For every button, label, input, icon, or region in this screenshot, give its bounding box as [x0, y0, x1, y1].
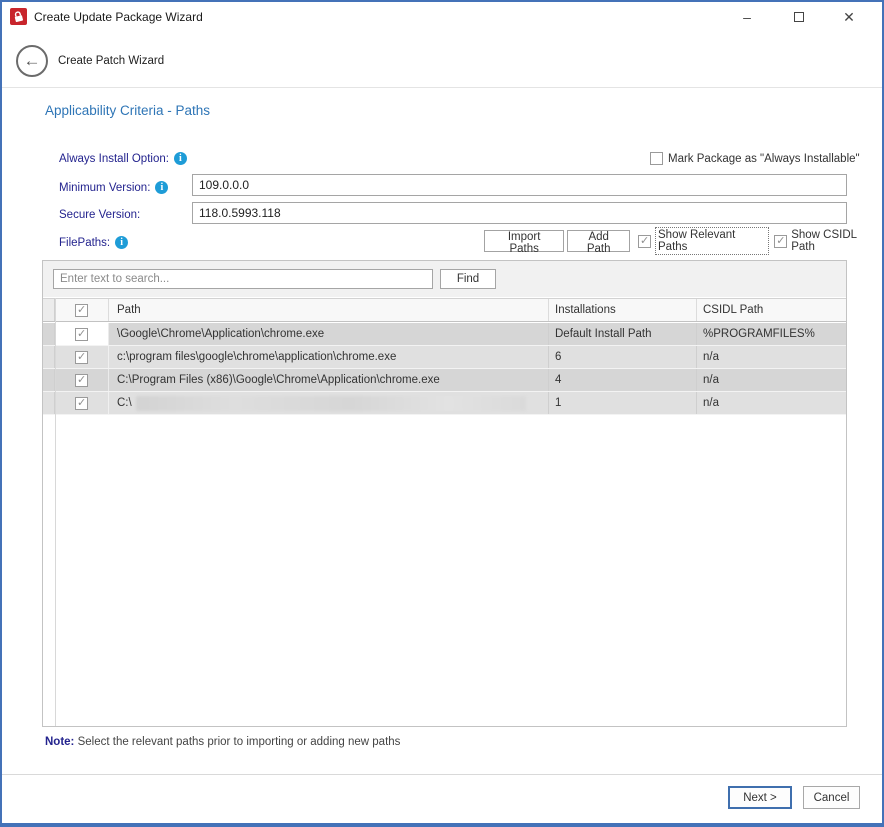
grid-search-bar: Find [43, 261, 846, 297]
csidl-cell[interactable]: n/a [696, 369, 846, 391]
filepaths-label: FilePaths: i [59, 236, 128, 249]
back-button[interactable]: ← [16, 45, 48, 77]
csidl-cell[interactable]: %PROGRAMFILES% [696, 323, 846, 345]
note-prefix: Note: [45, 736, 74, 748]
grid-header-row: Path Installations CSIDL Path [43, 298, 846, 322]
import-paths-button[interactable]: Import Paths [484, 230, 564, 252]
info-icon[interactable]: i [174, 152, 187, 165]
always-installable-label: Mark Package as "Always Installable" [668, 153, 860, 165]
row-checkbox[interactable] [75, 328, 88, 341]
next-button[interactable]: Next > [728, 786, 792, 809]
select-all-cell [55, 299, 108, 321]
path-cell[interactable]: C:\ [108, 392, 548, 414]
column-header-installations[interactable]: Installations [548, 299, 696, 321]
search-input[interactable] [53, 269, 433, 289]
minimum-version-field[interactable] [192, 174, 847, 196]
wizard-header: ← Create Patch Wizard [2, 32, 882, 88]
table-row[interactable]: c:\program files\google\chrome\applicati… [43, 346, 846, 369]
always-installable-checkbox[interactable] [650, 152, 663, 165]
row-indicator [43, 392, 55, 414]
row-check-cell [55, 392, 108, 414]
column-header-path[interactable]: Path [108, 299, 548, 321]
title-bar: Create Update Package Wizard – ✕ [2, 2, 882, 32]
row-indicator [43, 323, 55, 345]
page-title: Applicability Criteria - Paths [45, 103, 210, 118]
back-arrow-icon: ← [24, 51, 41, 71]
maximize-icon [794, 12, 804, 22]
close-button[interactable]: ✕ [832, 2, 866, 32]
show-csidl-path-checkbox[interactable] [774, 235, 787, 248]
row-indicator [43, 369, 55, 391]
show-relevant-paths-group: Show Relevant Paths [638, 227, 769, 255]
show-csidl-path-group: Show CSIDL Path [774, 229, 882, 253]
row-checkbox[interactable] [75, 397, 88, 410]
path-cell[interactable]: C:\Program Files (x86)\Google\Chrome\App… [108, 369, 548, 391]
installations-cell[interactable]: 6 [548, 346, 696, 368]
path-cell[interactable]: \Google\Chrome\Application\chrome.exe [108, 323, 548, 345]
installations-cell[interactable]: 4 [548, 369, 696, 391]
table-row[interactable]: \Google\Chrome\Application\chrome.exe De… [43, 323, 846, 346]
always-install-label: Always Install Option: i [59, 152, 187, 165]
row-checkbox[interactable] [75, 351, 88, 364]
installations-cell[interactable]: 1 [548, 392, 696, 414]
add-path-button[interactable]: Add Path [567, 230, 630, 252]
row-check-cell [55, 346, 108, 368]
filepaths-grid: Find Path Installations CSIDL Path \Goog… [42, 260, 847, 727]
csidl-cell[interactable]: n/a [696, 392, 846, 414]
show-csidl-path-label: Show CSIDL Path [791, 229, 882, 253]
window-title: Create Update Package Wizard [34, 10, 203, 24]
indicator-column-line [55, 298, 56, 726]
column-header-csidl[interactable]: CSIDL Path [696, 299, 846, 321]
secure-version-label: Secure Version: [59, 209, 140, 221]
table-row[interactable]: C:\Program Files (x86)\Google\Chrome\App… [43, 369, 846, 392]
minimum-version-label: Minimum Version: i [59, 181, 168, 194]
select-all-checkbox[interactable] [75, 304, 88, 317]
table-row[interactable]: C:\ 1 n/a [43, 392, 846, 415]
footer-divider [2, 774, 882, 775]
csidl-cell[interactable]: n/a [696, 346, 846, 368]
minimize-button[interactable]: – [730, 2, 764, 32]
paths-toolbar: Import Paths Add Path Show Relevant Path… [484, 230, 882, 252]
redacted-path-blur [136, 396, 526, 411]
row-check-cell [55, 323, 108, 345]
always-installable-group: Mark Package as "Always Installable" [650, 152, 860, 165]
show-relevant-paths-label: Show Relevant Paths [655, 227, 769, 255]
app-lock-icon [10, 8, 27, 25]
row-check-cell [55, 369, 108, 391]
minimize-icon: – [743, 9, 751, 25]
wizard-name-label: Create Patch Wizard [58, 55, 164, 67]
maximize-button[interactable] [782, 2, 816, 32]
installations-cell[interactable]: Default Install Path [548, 323, 696, 345]
info-icon[interactable]: i [155, 181, 168, 194]
wizard-window: Create Update Package Wizard – ✕ ← Creat… [0, 0, 884, 827]
show-relevant-paths-checkbox[interactable] [638, 235, 651, 248]
row-indicator-header [43, 299, 55, 321]
secure-version-field[interactable] [192, 202, 847, 224]
note-text: Note: Select the relevant paths prior to… [45, 736, 400, 748]
info-icon[interactable]: i [115, 236, 128, 249]
cancel-button[interactable]: Cancel [803, 786, 860, 809]
grid-body: \Google\Chrome\Application\chrome.exe De… [43, 323, 846, 415]
row-checkbox[interactable] [75, 374, 88, 387]
row-indicator [43, 346, 55, 368]
path-cell[interactable]: c:\program files\google\chrome\applicati… [108, 346, 548, 368]
close-icon: ✕ [843, 9, 855, 26]
find-button[interactable]: Find [440, 269, 496, 289]
